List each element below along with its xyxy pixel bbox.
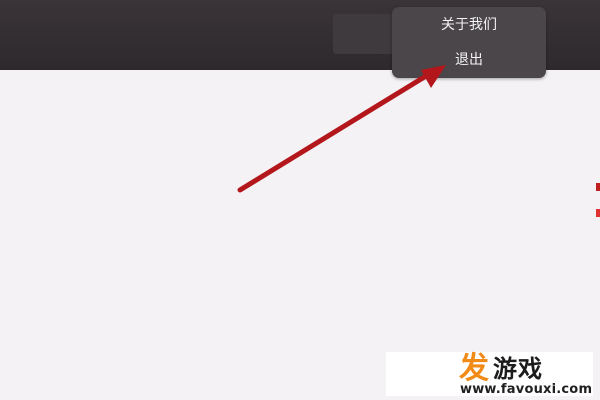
popup-menu: 关于我们 退出 (392, 7, 546, 78)
watermark-url: www.favouxi.com (460, 382, 593, 397)
right-edge-marks (596, 175, 600, 225)
main-content-area (0, 70, 600, 400)
menu-item-exit[interactable]: 退出 (392, 48, 546, 72)
title-bar-button[interactable] (333, 14, 395, 54)
watermark-brand: 游戏 (493, 355, 543, 383)
menu-item-about-us[interactable]: 关于我们 (392, 13, 546, 37)
watermark: 发 游戏 www.favouxi.com (386, 352, 593, 396)
watermark-logo: 发 (459, 351, 489, 386)
